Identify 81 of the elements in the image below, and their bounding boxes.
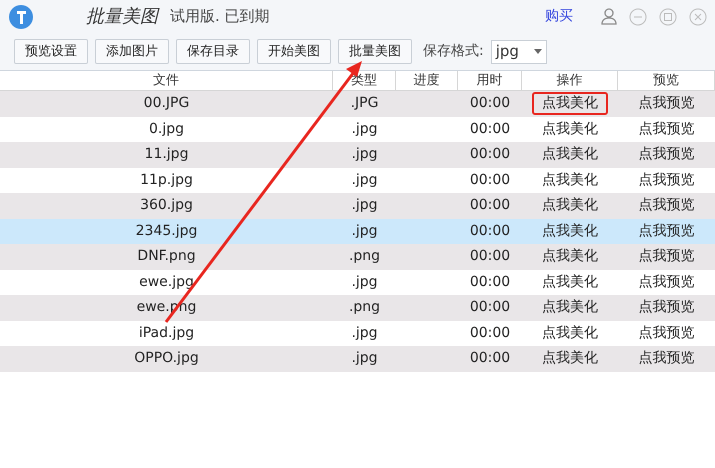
preview-link[interactable]: 点我预览 <box>638 348 694 370</box>
table-cell-text: .jpg <box>351 272 378 292</box>
table-cell-text: ewe.jpg <box>139 272 194 292</box>
minimize-icon[interactable] <box>629 8 647 26</box>
table-row[interactable]: 2345.jpg .jpg 00:00 点我美化 点我预览 <box>0 218 715 244</box>
buy-link[interactable]: 购买 <box>545 6 573 27</box>
caret-icon <box>534 49 542 54</box>
toolbar-button[interactable]: 保存目录 <box>176 39 250 64</box>
close-icon[interactable] <box>689 8 707 26</box>
table-cell-text: 11p.jpg <box>140 170 193 190</box>
user-icon[interactable] <box>601 8 617 25</box>
table-cell-text: .jpg <box>351 120 378 139</box>
preview-link[interactable]: 点我预览 <box>638 93 694 114</box>
beautify-link[interactable]: 点我美化 <box>542 272 598 293</box>
preview-link[interactable]: 点我预览 <box>638 297 694 318</box>
beautify-link[interactable]: 点我美化 <box>532 92 608 116</box>
table-cell-text: 00:00 <box>470 272 510 292</box>
table-cell-text: 00:00 <box>470 196 510 216</box>
table-cell-text: 00:00 <box>470 170 510 190</box>
window-title: 批量美图 <box>86 5 158 29</box>
table-cell-text: 00:00 <box>470 324 510 343</box>
column-header[interactable]: 操作 <box>522 71 618 90</box>
column-header[interactable]: 文件 <box>0 71 333 90</box>
table-cell-text: 00.JPG <box>144 94 190 114</box>
column-header[interactable]: 进度 <box>396 71 458 90</box>
table-cell-text: 00:00 <box>470 94 510 114</box>
table-cell-text: iPad.jpg <box>138 324 194 343</box>
table-cell-text: .jpg <box>351 222 378 241</box>
app-logo-icon <box>8 4 34 30</box>
beautify-link[interactable]: 点我美化 <box>542 297 598 318</box>
table-cell-text: 11.jpg <box>144 145 188 164</box>
beautify-link[interactable]: 点我美化 <box>542 322 598 344</box>
preview-link[interactable]: 点我预览 <box>638 272 694 293</box>
beautify-link[interactable]: 点我美化 <box>542 220 598 242</box>
beautify-link[interactable]: 点我美化 <box>542 144 598 166</box>
preview-link[interactable]: 点我预览 <box>638 118 694 140</box>
table-row[interactable]: 11.jpg .jpg 00:00 点我美化 点我预览 <box>0 142 715 168</box>
preview-link[interactable]: 点我预览 <box>638 322 694 344</box>
table-cell-text: .jpg <box>351 196 378 216</box>
toolbar-button[interactable]: 批量美图 <box>338 39 412 64</box>
preview-link[interactable]: 点我预览 <box>638 195 694 216</box>
toolbar-button[interactable]: 添加图片 <box>95 39 169 64</box>
table-cell-text: .JPG <box>350 94 378 114</box>
table-cell-text: .jpg <box>351 170 378 190</box>
table-cell-text: .png <box>348 298 380 318</box>
preview-link[interactable]: 点我预览 <box>638 220 694 242</box>
toolbar-button[interactable]: 开始美图 <box>257 39 331 64</box>
format-label: 保存格式: <box>423 42 484 61</box>
beautify-link[interactable]: 点我美化 <box>542 118 598 140</box>
format-dropdown[interactable]: jpg <box>490 40 547 64</box>
beautify-link[interactable]: 点我美化 <box>542 195 598 216</box>
table-row[interactable]: OPPO.jpg .jpg 00:00 点我美化 点我预览 <box>0 346 715 372</box>
table-cell-text: 360.jpg <box>140 196 193 216</box>
table-cell-text: 00:00 <box>470 120 510 139</box>
table-row[interactable]: 00.JPG .JPG 00:00 点我美化 点我预览 <box>0 91 715 116</box>
preview-link[interactable]: 点我预览 <box>638 246 694 268</box>
preview-link[interactable]: 点我预览 <box>638 170 694 191</box>
beautify-link[interactable]: 点我美化 <box>542 170 598 191</box>
beautify-link[interactable]: 点我美化 <box>542 246 598 268</box>
preview-link[interactable]: 点我预览 <box>638 144 694 166</box>
table-cell-text: 0.jpg <box>148 120 184 139</box>
table-cell-text: 00:00 <box>470 247 510 266</box>
table-cell-text: .jpg <box>351 349 378 368</box>
table-cell-text: 00:00 <box>470 145 510 164</box>
table-cell-text: 00:00 <box>470 222 510 241</box>
column-header[interactable]: 预览 <box>618 71 715 90</box>
maximize-icon[interactable] <box>659 8 677 26</box>
table-row[interactable]: 360.jpg .jpg 00:00 点我美化 点我预览 <box>0 193 715 218</box>
table-cell-text: .jpg <box>351 145 378 164</box>
license-status: 试用版. 已到期 <box>170 6 270 28</box>
table-cell-text: 2345.jpg <box>136 222 198 241</box>
table-cell-text: .png <box>348 247 380 266</box>
table-cell-text: 00:00 <box>470 298 510 318</box>
table-row[interactable]: DNF.png .png 00:00 点我美化 点我预览 <box>0 244 715 270</box>
table-cell-text: 00:00 <box>470 349 510 368</box>
table-cell-text: DNF.png <box>137 247 196 266</box>
table-cell-text: OPPO.jpg <box>134 349 199 368</box>
column-header[interactable]: 用时 <box>458 71 522 90</box>
beautify-link[interactable]: 点我美化 <box>542 348 598 370</box>
table-cell-text: .jpg <box>351 324 378 343</box>
toolbar-button[interactable]: 预览设置 <box>14 39 88 64</box>
